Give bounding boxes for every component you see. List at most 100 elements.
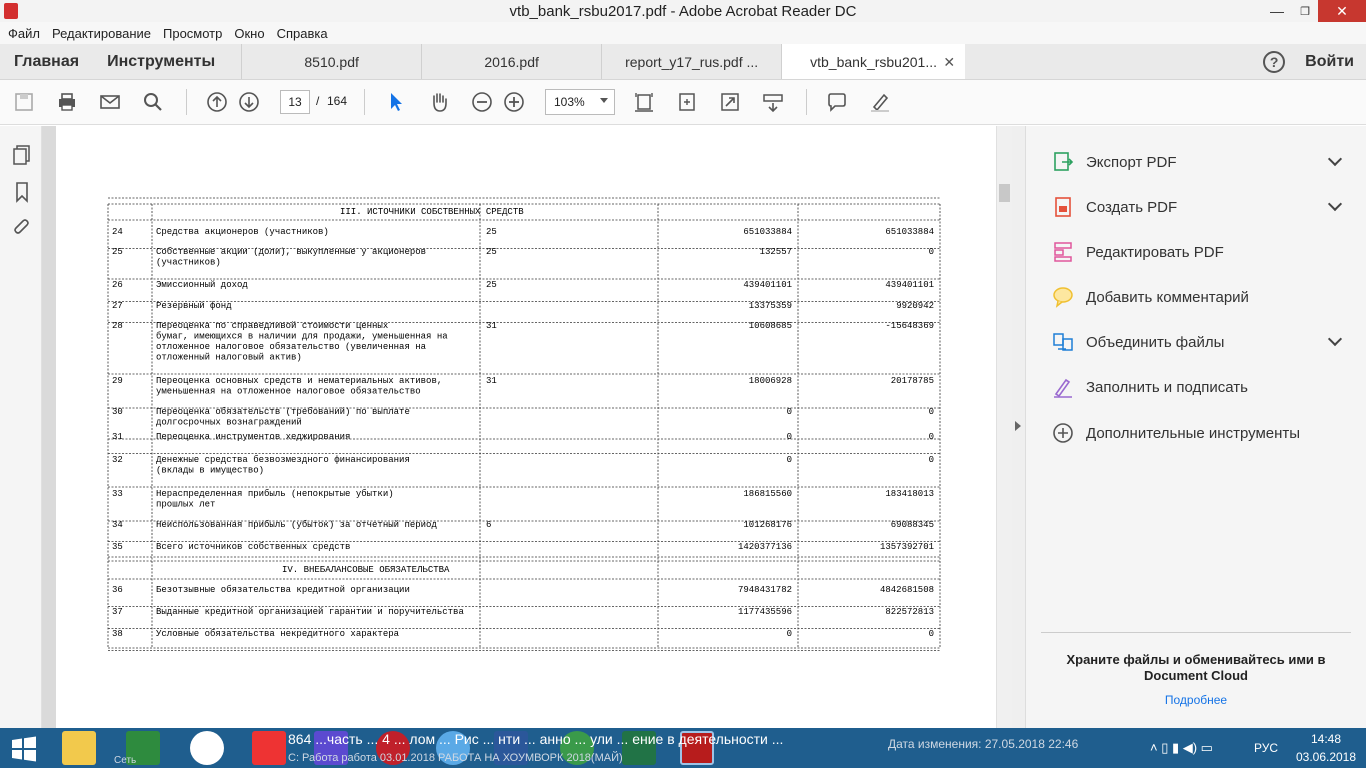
- full-screen-icon[interactable]: [719, 90, 741, 114]
- row-value-current: 132557: [760, 247, 792, 257]
- print-icon[interactable]: [56, 90, 78, 114]
- document-viewer[interactable]: III. ИСТОЧНИКИ СОБСТВЕННЫХ СРЕДСТВ 24 Сред…: [42, 126, 1012, 728]
- tool-export-pdf[interactable]: Экспорт PDF: [1052, 148, 1362, 176]
- page-number-input[interactable]: 13: [280, 90, 310, 114]
- row-number: 28: [112, 321, 123, 331]
- row-label: Всего источников собственных средств: [156, 542, 350, 552]
- row-number: 26: [112, 280, 123, 290]
- tool-more-tools[interactable]: Дополнительные инструменты: [1052, 419, 1300, 447]
- row-value-previous: 822572813: [885, 607, 934, 617]
- clock-date[interactable]: 03.06.2018: [1296, 749, 1356, 765]
- tooltip-file-name: 864 ...часть ... 4 ... лом ... Рис ... н…: [288, 731, 784, 747]
- row-number: 38: [112, 629, 123, 639]
- comment-icon[interactable]: [826, 90, 848, 114]
- chevron-down-icon[interactable]: [1327, 151, 1343, 167]
- toolbar-separator: [806, 89, 807, 115]
- zoom-in-icon[interactable]: [503, 90, 525, 114]
- cloud-promo-text: Храните файлы и обменивайтесь ими в Docu…: [1066, 652, 1326, 683]
- row-value-current: 101268176: [743, 520, 792, 530]
- row-label: отложенный налоговый актив): [156, 353, 302, 363]
- menu-view[interactable]: Просмотр: [163, 26, 222, 41]
- help-icon[interactable]: ?: [1263, 50, 1286, 73]
- row-label: уменьшенная на отложенное налоговое обяз…: [156, 387, 421, 397]
- select-cursor-icon[interactable]: [385, 90, 407, 114]
- file-explorer-icon[interactable]: [62, 731, 96, 765]
- prev-page-icon[interactable]: [206, 90, 228, 114]
- attachment-icon[interactable]: [11, 217, 33, 239]
- zoom-select[interactable]: 103%: [545, 89, 615, 115]
- row-number: 34: [112, 520, 123, 530]
- tool-label: Добавить комментарий: [1086, 288, 1249, 306]
- rotate-icon[interactable]: [676, 90, 698, 114]
- highlight-icon[interactable]: [869, 90, 891, 114]
- row-label: отложенное налоговое обязательство (увел…: [156, 342, 427, 352]
- learn-more-link[interactable]: Подробнее: [1056, 693, 1336, 707]
- page-total: 164: [327, 94, 348, 108]
- tool-edit-pdf[interactable]: Редактировать PDF: [1052, 238, 1224, 266]
- row-label: прошлых лет: [156, 500, 215, 510]
- tool-combine-files[interactable]: Объединить файлы: [1052, 328, 1362, 356]
- page-thumbnails-icon[interactable]: [11, 144, 33, 166]
- row-label: Переоценка обязательств (требований) по …: [156, 407, 410, 417]
- tool-fill-sign[interactable]: Заполнить и подписать: [1052, 373, 1248, 401]
- tab-tools[interactable]: Инструменты: [93, 44, 241, 79]
- tool-add-comment[interactable]: Добавить комментарий: [1052, 283, 1249, 311]
- language-indicator[interactable]: РУС: [1254, 728, 1278, 768]
- row-number: 27: [112, 301, 123, 311]
- tab-doc-label: vtb_bank_rsbu201...: [810, 53, 937, 70]
- vertical-scrollbar[interactable]: [996, 126, 1012, 728]
- menu-edit[interactable]: Редактирование: [52, 26, 151, 41]
- tab-doc-label: 8510.pdf: [304, 53, 359, 70]
- row-label: Переоценка основных средств и нематериал…: [156, 376, 442, 386]
- row-number: 35: [112, 542, 123, 552]
- tab-home[interactable]: Главная: [0, 44, 93, 79]
- row-label: Безотзывные обязательства кредитной орга…: [156, 585, 410, 595]
- tool-label: Экспорт PDF: [1086, 153, 1177, 171]
- row-value-previous: 9920942: [896, 301, 934, 311]
- save-icon[interactable]: [13, 90, 35, 114]
- tab-doc-report[interactable]: report_y17_rus.pdf ...: [601, 44, 781, 79]
- hand-tool-icon[interactable]: [428, 90, 450, 114]
- page-separator: /: [316, 94, 320, 108]
- row-value-current: 10608685: [749, 321, 792, 331]
- close-tab-icon[interactable]: ✕: [943, 54, 955, 71]
- section-header: III. ИСТОЧНИКИ СОБСТВЕННЫХ СРЕДСТВ: [340, 207, 524, 217]
- minimize-button[interactable]: —: [1262, 0, 1292, 22]
- search-icon[interactable]: [142, 90, 164, 114]
- row-value-current: 1420377136: [738, 542, 792, 552]
- tab-doc-2016[interactable]: 2016.pdf: [421, 44, 601, 79]
- row-value-current: 0: [787, 407, 792, 417]
- windows-start-icon[interactable]: [10, 736, 38, 762]
- menu-help[interactable]: Справка: [277, 26, 328, 41]
- clock-time[interactable]: 14:48: [1296, 731, 1356, 747]
- menu-file[interactable]: Файл: [8, 26, 40, 41]
- menu-window[interactable]: Окно: [234, 26, 264, 41]
- right-panel-toggle[interactable]: [1012, 126, 1026, 728]
- chevron-down-icon[interactable]: [1327, 196, 1343, 212]
- row-label: (вклады в имущество): [156, 466, 264, 476]
- row-label: Переоценка инструментов хеджирования: [156, 432, 350, 442]
- yandex-browser-icon[interactable]: [190, 731, 224, 765]
- scrollbar-thumb[interactable]: [999, 184, 1010, 202]
- tab-doc-8510[interactable]: 8510.pdf: [241, 44, 421, 79]
- restore-button[interactable]: ❐: [1292, 0, 1318, 22]
- email-icon[interactable]: [99, 90, 121, 114]
- tray-icons[interactable]: ˄ ▯ ▮ ◀) ▭: [1150, 728, 1213, 768]
- yandex-icon[interactable]: [252, 731, 286, 765]
- fit-page-icon[interactable]: [633, 90, 655, 114]
- tool-create-pdf[interactable]: Создать PDF: [1052, 193, 1362, 221]
- scroll-mode-icon[interactable]: [762, 90, 784, 114]
- next-page-icon[interactable]: [238, 90, 260, 114]
- login-button[interactable]: Войти: [1305, 53, 1354, 71]
- row-value-current: 0: [787, 455, 792, 465]
- row-number: 24: [112, 227, 123, 237]
- section-header: IV. ВНЕБАЛАНСОВЫЕ ОБЯЗАТЕЛЬСТВА: [282, 565, 450, 575]
- zoom-out-icon[interactable]: [471, 90, 493, 114]
- more-tools-icon: [1053, 423, 1073, 443]
- menu-bar: Файл Редактирование Просмотр Окно Справк…: [0, 22, 1366, 44]
- bookmark-icon[interactable]: [11, 181, 33, 203]
- tab-doc-vtb[interactable]: vtb_bank_rsbu201... ✕: [781, 44, 966, 79]
- tab-bar: Главная Инструменты 8510.pdf 2016.pdf re…: [0, 44, 1366, 80]
- close-button[interactable]: ✕: [1318, 0, 1366, 22]
- chevron-down-icon[interactable]: [1327, 331, 1343, 347]
